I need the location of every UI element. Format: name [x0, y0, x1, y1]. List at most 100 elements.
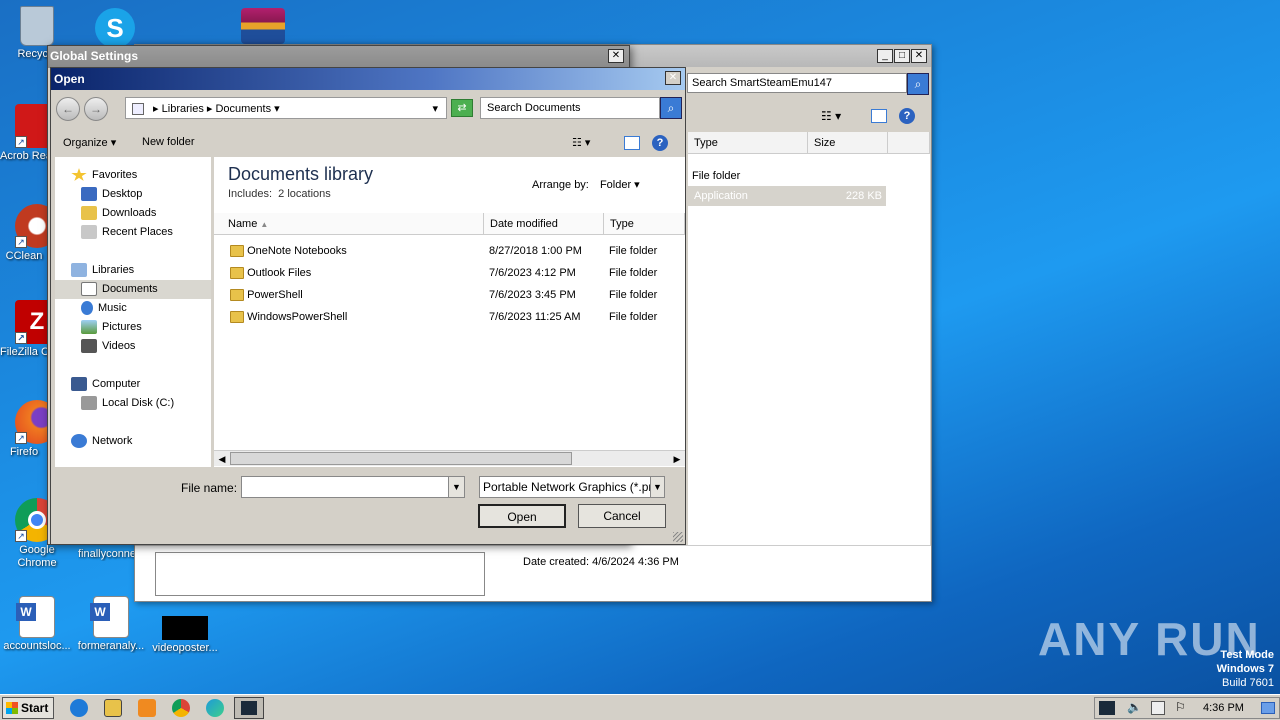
- help-icon[interactable]: ?: [899, 108, 915, 124]
- refresh-icon[interactable]: ⇄: [451, 99, 473, 117]
- ie-icon[interactable]: [70, 699, 88, 717]
- downloads-icon: [81, 206, 97, 221]
- date-created-text: Date created: 4/6/2024 4:36 PM: [523, 556, 679, 568]
- back-arrow-icon[interactable]: ←: [56, 97, 80, 121]
- search-input[interactable]: Search Documents: [480, 97, 660, 119]
- library-icon: [132, 103, 144, 116]
- column-header-date[interactable]: Date modified: [484, 213, 604, 235]
- toolbar: Organize ▾ New folder ☷ ▾ ?: [51, 128, 685, 158]
- network-tray-icon[interactable]: [1151, 701, 1165, 715]
- resize-grip-icon[interactable]: [673, 532, 683, 542]
- horizontal-scrollbar[interactable]: ◀ ▶: [214, 450, 685, 466]
- chevron-down-icon[interactable]: ▾: [432, 102, 438, 115]
- file-row[interactable]: WindowsPowerShell 7/6/2023 11:25 AM File…: [214, 306, 685, 328]
- view-options-icon[interactable]: ☷ ▾: [821, 109, 841, 123]
- preview-pane-icon[interactable]: [624, 136, 640, 150]
- explorer-icon[interactable]: [104, 699, 122, 717]
- search-icon[interactable]: ⌕: [907, 73, 929, 95]
- nav-downloads[interactable]: Downloads: [81, 204, 156, 223]
- computer-icon: [71, 377, 87, 392]
- skype-icon: S: [95, 8, 135, 48]
- speaker-icon[interactable]: 🔈: [1127, 700, 1142, 714]
- locations-link[interactable]: 2 locations: [278, 188, 331, 200]
- chrome-icon[interactable]: [172, 699, 190, 717]
- file-row[interactable]: OneNote Notebooks 8/27/2018 1:00 PM File…: [214, 240, 685, 262]
- list-item-selected[interactable]: Application 228 KB: [688, 186, 886, 206]
- nav-videos[interactable]: Videos: [81, 337, 135, 356]
- folder-icon: [230, 289, 244, 302]
- column-header-type[interactable]: Type: [688, 132, 808, 154]
- black-thumbnail-icon: [162, 616, 208, 640]
- winrar-icon: [241, 8, 285, 44]
- documents-icon: [81, 282, 97, 297]
- scroll-left-icon[interactable]: ◀: [214, 451, 230, 467]
- clock[interactable]: 4:36 PM: [1203, 702, 1244, 714]
- forward-arrow-icon[interactable]: →: [84, 97, 108, 121]
- breadcrumb[interactable]: ▸ Libraries ▸ Documents ▾ ▾: [125, 97, 447, 119]
- search-input[interactable]: Search SmartSteamEmu147: [687, 73, 907, 93]
- search-icon[interactable]: ⌕: [660, 97, 682, 119]
- organize-button[interactable]: Organize ▾: [63, 137, 116, 149]
- preview-pane-icon[interactable]: [871, 109, 887, 123]
- file-type-select[interactable]: Portable Network Graphics (*.pn ▼: [479, 476, 665, 498]
- nav-libraries[interactable]: Libraries: [71, 261, 134, 280]
- scrollbar-thumb[interactable]: [230, 452, 572, 465]
- minimize-button[interactable]: _: [877, 49, 893, 63]
- arrange-by-dropdown[interactable]: Folder ▾: [600, 179, 640, 191]
- close-button[interactable]: ✕: [608, 49, 624, 63]
- close-button[interactable]: ✕: [911, 49, 927, 63]
- file-name-input[interactable]: ▼: [241, 476, 465, 498]
- chevron-down-icon[interactable]: ▼: [650, 477, 664, 497]
- list-item[interactable]: File folder: [692, 166, 886, 186]
- nav-local-disk[interactable]: Local Disk (C:): [81, 394, 174, 413]
- cancel-button[interactable]: Cancel: [578, 504, 666, 528]
- nav-music[interactable]: Music: [81, 299, 127, 318]
- maximize-button[interactable]: □: [894, 49, 910, 63]
- nav-recent-places[interactable]: Recent Places: [81, 223, 173, 242]
- open-button[interactable]: Open: [478, 504, 566, 528]
- desktop-icon-accountsloc[interactable]: W accountsloc...: [0, 596, 74, 653]
- folder-icon: [230, 245, 244, 258]
- active-app-button[interactable]: [234, 697, 264, 719]
- nav-computer[interactable]: Computer: [71, 375, 140, 394]
- new-folder-button[interactable]: New folder: [142, 136, 195, 148]
- file-row[interactable]: Outlook Files 7/6/2023 4:12 PM File fold…: [214, 262, 685, 284]
- nav-documents[interactable]: Documents: [55, 280, 211, 299]
- file-row[interactable]: PowerShell 7/6/2023 3:45 PM File folder: [214, 284, 685, 306]
- app-tray-icon[interactable]: [1099, 701, 1115, 715]
- scroll-right-icon[interactable]: ▶: [669, 451, 685, 467]
- media-player-icon[interactable]: [138, 699, 156, 717]
- nav-favorites[interactable]: Favorites: [71, 166, 137, 185]
- help-icon[interactable]: ?: [652, 135, 668, 151]
- folder-icon: [230, 311, 244, 324]
- library-includes: Includes: 2 locations: [228, 188, 331, 200]
- nav-desktop[interactable]: Desktop: [81, 185, 142, 204]
- desktop-icon-winrar[interactable]: [226, 8, 300, 46]
- view-options-icon[interactable]: ☷ ▾: [572, 136, 590, 149]
- nav-network[interactable]: Network: [71, 432, 132, 451]
- column-header-name[interactable]: Name ▲: [214, 213, 484, 235]
- folder-icon: [230, 267, 244, 280]
- address-bar-row: ← → ▸ Libraries ▸ Documents ▾ ▾ ⇄ Search…: [51, 94, 685, 124]
- desktop-icon-formeranaly[interactable]: W formeranaly...: [74, 596, 148, 653]
- chevron-down-icon[interactable]: ▼: [448, 477, 464, 497]
- taskbar: Start 🔈 ⚐ 4:36 PM: [0, 694, 1280, 720]
- file-list-pane: Type Size File folder Application 228 KB: [688, 132, 930, 545]
- start-button[interactable]: Start: [2, 697, 54, 719]
- drive-icon: [81, 396, 97, 411]
- desktop-icon-finallyconne[interactable]: finallyconne: [70, 548, 144, 561]
- nav-pictures[interactable]: Pictures: [81, 318, 142, 337]
- word-document-icon: W: [16, 596, 55, 638]
- details-pane: Date created: 4/6/2024 4:36 PM: [135, 545, 931, 601]
- file-name-label: File name:: [181, 481, 238, 495]
- edge-icon[interactable]: [206, 699, 224, 717]
- show-desktop-icon[interactable]: [1261, 702, 1275, 714]
- flag-icon[interactable]: ⚐: [1175, 700, 1186, 714]
- network-icon: [71, 434, 87, 449]
- desktop-icon-videoposter[interactable]: videoposter...: [148, 616, 222, 655]
- column-header-type[interactable]: Type: [604, 213, 685, 235]
- file-content-pane: Documents library Includes: 2 locations …: [214, 157, 685, 467]
- column-header-extra[interactable]: [888, 132, 930, 154]
- close-button[interactable]: ✕: [665, 71, 681, 85]
- column-header-size[interactable]: Size: [808, 132, 888, 154]
